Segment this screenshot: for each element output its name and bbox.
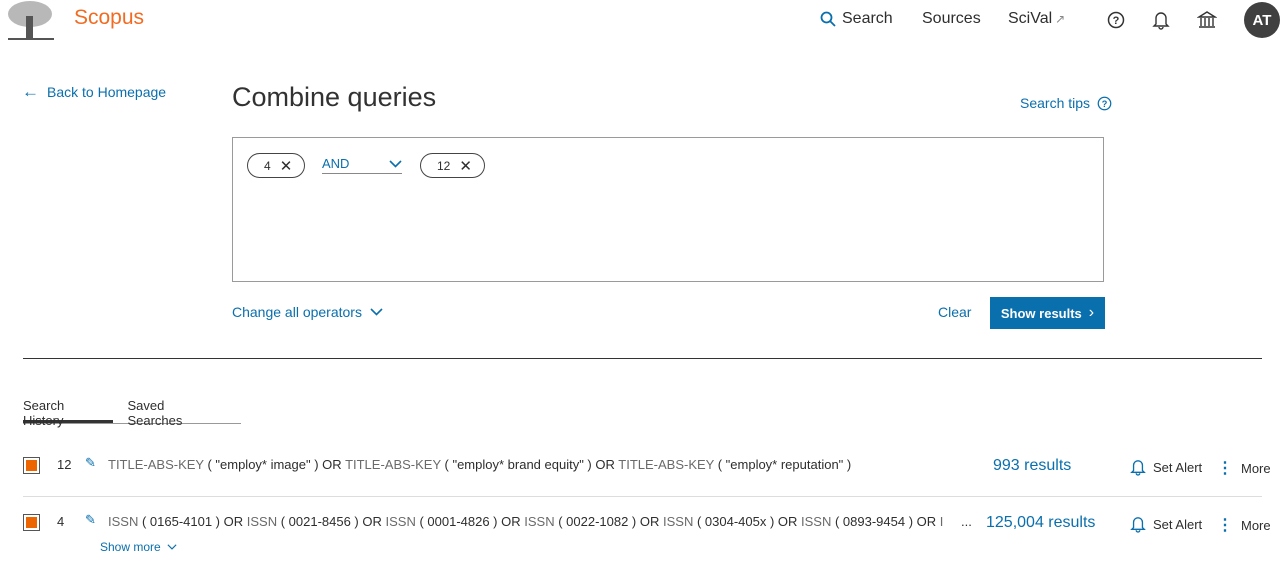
chevron-right-icon: › bbox=[1088, 304, 1095, 321]
query-value: ( "employ* reputation" ) bbox=[714, 457, 852, 472]
query-value: ( 0001-4826 ) bbox=[415, 514, 502, 529]
more-vertical-icon: ⋮ bbox=[1217, 517, 1233, 534]
tab-saved-searches[interactable]: Saved Searches bbox=[127, 398, 227, 428]
change-all-operators-button[interactable]: Change all operators bbox=[232, 304, 383, 320]
query-operator: OR bbox=[322, 457, 346, 472]
pencil-icon[interactable]: ✎ bbox=[85, 455, 96, 471]
row-number: 12 bbox=[57, 457, 72, 472]
arrow-left-icon: ← bbox=[22, 82, 39, 101]
page-title: Combine queries bbox=[232, 82, 437, 112]
operator-value: AND bbox=[322, 156, 350, 171]
history-row: 12 ✎ TITLE-ABS-KEY ( "employ* image" ) O… bbox=[23, 455, 1271, 506]
history-row: 4 ✎ ISSN ( 0165-4101 ) OR ISSN ( 0021-84… bbox=[23, 512, 1271, 563]
chip-label: 4 bbox=[264, 158, 271, 173]
back-to-homepage-link[interactable]: ← Back to Homepage bbox=[22, 82, 166, 102]
show-more-label: Show more bbox=[100, 540, 161, 554]
scopus-brand[interactable]: Scopus bbox=[74, 6, 144, 30]
pencil-icon[interactable]: ✎ bbox=[85, 512, 96, 528]
change-operators-label: Change all operators bbox=[232, 304, 362, 320]
more-button[interactable]: ⋮ More bbox=[1217, 458, 1271, 478]
query-chip[interactable]: 4 ✕ bbox=[247, 153, 306, 178]
external-link-icon: ↗ bbox=[1055, 12, 1066, 26]
elsevier-logo bbox=[8, 1, 54, 40]
tab-search-history[interactable]: Search History bbox=[23, 398, 114, 428]
show-more-button[interactable]: Show more bbox=[100, 540, 177, 554]
query-value: ( 0165-4101 ) bbox=[138, 514, 224, 529]
chevron-down-icon bbox=[167, 544, 177, 550]
search-icon bbox=[820, 11, 836, 27]
query-text: TITLE-ABS-KEY ( "employ* image" ) OR TIT… bbox=[108, 457, 968, 472]
operator-select[interactable]: AND bbox=[322, 154, 402, 174]
more-label: More bbox=[1241, 460, 1271, 476]
show-results-button[interactable]: Show results › bbox=[990, 297, 1105, 329]
query-operator: OR bbox=[362, 514, 386, 529]
nav-search-label: Search bbox=[842, 10, 893, 27]
query-field: ISSN bbox=[939, 514, 943, 529]
nav-search[interactable]: Search bbox=[820, 10, 893, 28]
help-icon[interactable]: ? bbox=[1107, 11, 1125, 29]
help-icon: ? bbox=[1097, 96, 1112, 110]
nav-scival[interactable]: SciVal ↗ bbox=[1008, 10, 1065, 28]
more-vertical-icon: ⋮ bbox=[1217, 460, 1233, 477]
nav-scival-label: SciVal bbox=[1008, 10, 1053, 27]
search-tips-link[interactable]: Search tips ? bbox=[1020, 95, 1112, 111]
results-link[interactable]: 125,004 results bbox=[986, 514, 1095, 532]
query-operator: OR bbox=[501, 514, 525, 529]
query-text: ISSN ( 0165-4101 ) OR ISSN ( 0021-8456 )… bbox=[108, 514, 943, 529]
query-operator: OR bbox=[639, 514, 663, 529]
more-button[interactable]: ⋮ More bbox=[1217, 515, 1271, 535]
close-icon[interactable]: ✕ bbox=[280, 157, 293, 175]
query-field: ISSN bbox=[108, 514, 139, 529]
query-value: ( 0304-405x ) bbox=[693, 514, 778, 529]
avatar[interactable]: AT bbox=[1244, 2, 1280, 38]
query-field: ISSN bbox=[663, 514, 694, 529]
close-icon[interactable]: ✕ bbox=[459, 157, 472, 175]
results-link[interactable]: 993 results bbox=[993, 457, 1071, 475]
ellipsis: ... bbox=[961, 514, 972, 529]
clear-button[interactable]: Clear bbox=[938, 304, 971, 320]
institution-icon[interactable] bbox=[1197, 10, 1217, 30]
query-operator: OR bbox=[595, 457, 619, 472]
bell-icon[interactable] bbox=[1152, 10, 1170, 30]
row-divider bbox=[23, 496, 1262, 497]
row-number: 4 bbox=[57, 514, 65, 529]
search-tips-label: Search tips bbox=[1020, 95, 1091, 111]
query-chip[interactable]: 12 ✕ bbox=[420, 153, 485, 178]
bell-icon bbox=[1130, 517, 1146, 533]
query-field: ISSN bbox=[385, 514, 416, 529]
more-label: More bbox=[1241, 517, 1271, 533]
chevron-down-icon bbox=[370, 308, 383, 316]
chip-label: 12 bbox=[437, 158, 451, 173]
query-field: ISSN bbox=[524, 514, 555, 529]
query-field: TITLE-ABS-KEY bbox=[108, 457, 204, 472]
query-value: ( "employ* image" ) bbox=[203, 457, 323, 472]
row-checkbox[interactable] bbox=[23, 514, 40, 531]
query-operator: OR bbox=[777, 514, 802, 529]
bell-icon bbox=[1130, 460, 1146, 476]
set-alert-label: Set Alert bbox=[1153, 459, 1203, 475]
query-value: ( "employ* brand equity" ) bbox=[440, 457, 596, 472]
svg-text:?: ? bbox=[1102, 98, 1108, 108]
query-value: ( 0021-8456 ) bbox=[277, 514, 363, 529]
query-operator: OR bbox=[916, 514, 940, 529]
chevron-down-icon bbox=[389, 159, 402, 168]
row-checkbox[interactable] bbox=[23, 457, 40, 474]
set-alert-button[interactable]: Set Alert bbox=[1130, 515, 1202, 533]
nav-sources-label: Sources bbox=[922, 10, 981, 27]
set-alert-label: Set Alert bbox=[1153, 516, 1203, 532]
history-tabs: Search History Saved Searches bbox=[23, 398, 241, 428]
show-results-label: Show results bbox=[1000, 305, 1082, 321]
nav-sources[interactable]: Sources bbox=[922, 10, 981, 28]
query-value: ( 0893-9454 ) bbox=[831, 514, 917, 529]
query-field: TITLE-ABS-KEY bbox=[345, 457, 441, 472]
svg-text:?: ? bbox=[1113, 15, 1120, 27]
query-value: ( 0022-1082 ) bbox=[554, 514, 640, 529]
set-alert-button[interactable]: Set Alert bbox=[1130, 458, 1202, 476]
query-operator: OR bbox=[223, 514, 247, 529]
divider bbox=[23, 358, 1262, 359]
query-field: ISSN bbox=[246, 514, 278, 529]
query-field: TITLE-ABS-KEY bbox=[618, 457, 715, 472]
back-link-label: Back to Homepage bbox=[47, 84, 167, 100]
query-field: ISSN bbox=[801, 514, 832, 529]
